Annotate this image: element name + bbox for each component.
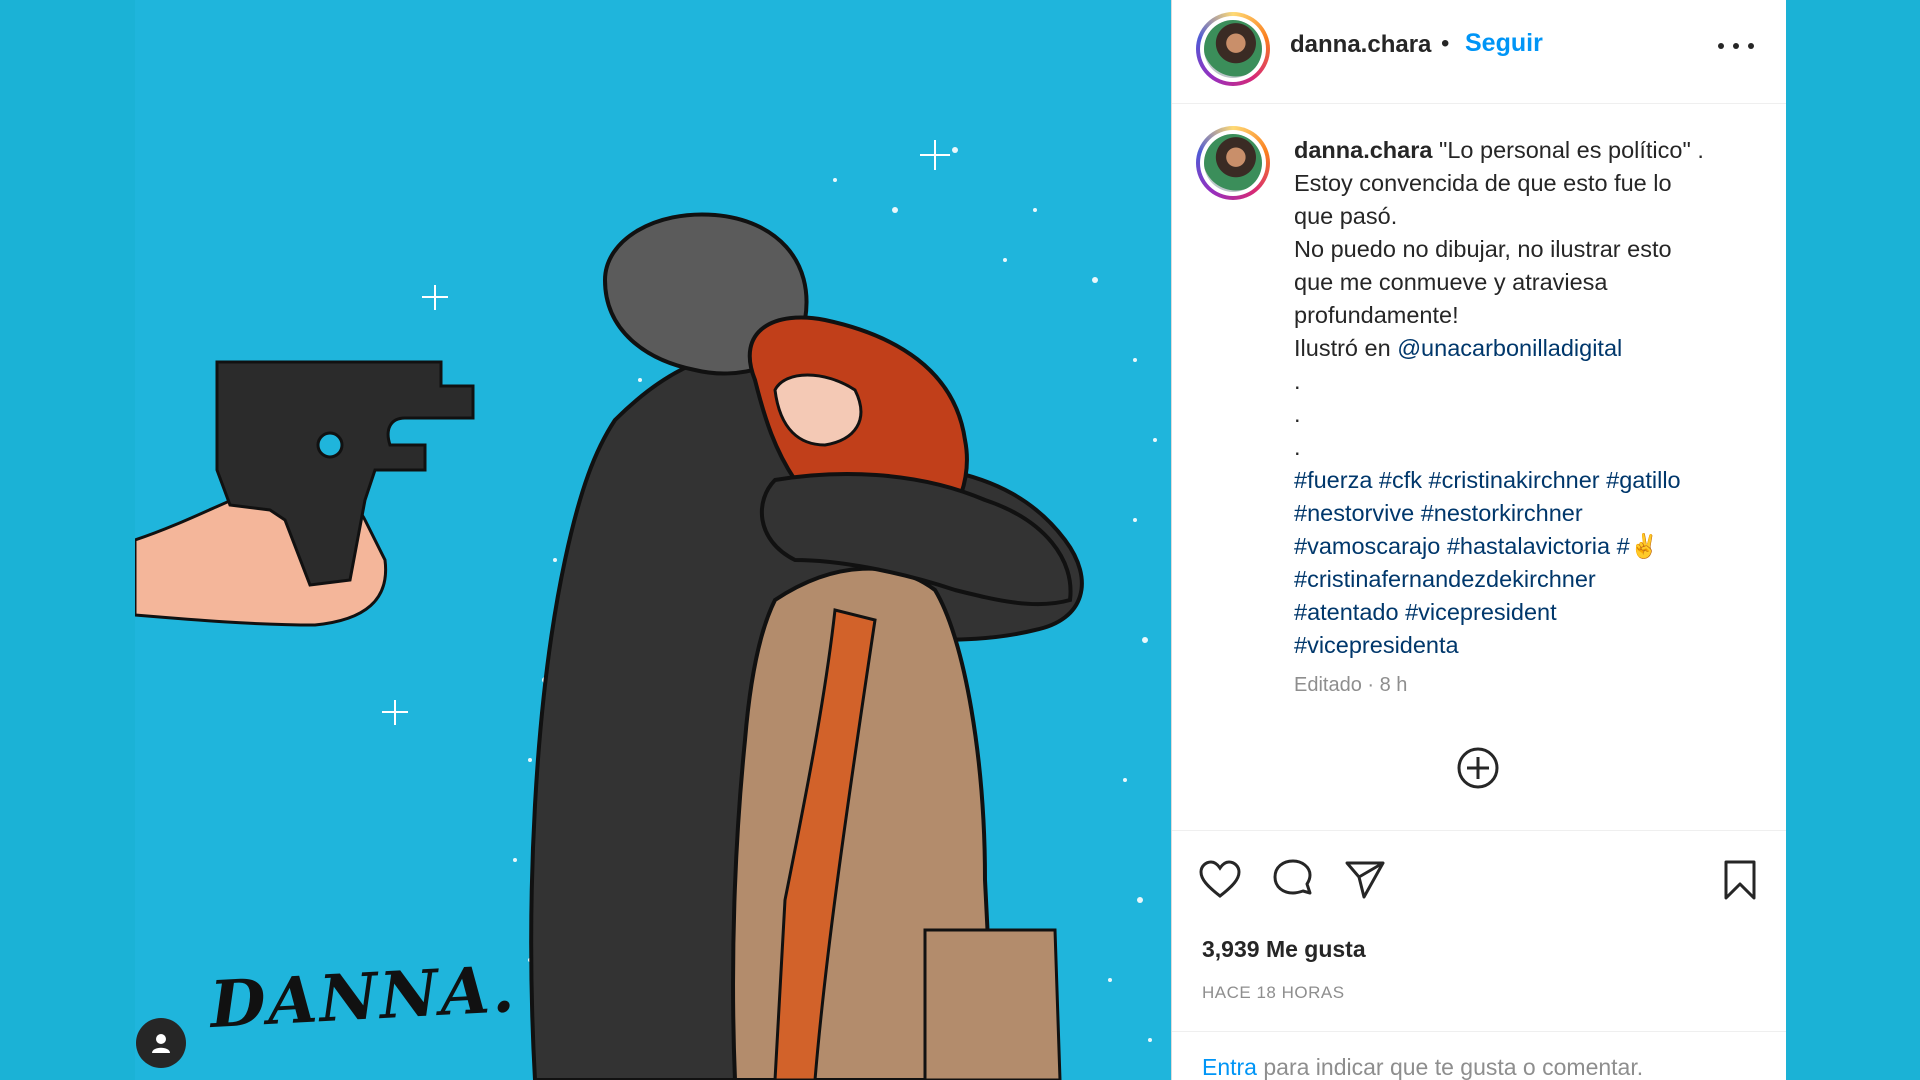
caption-line: Estoy convencida de que esto fue lo [1294, 170, 1672, 196]
caption-username[interactable]: danna.chara [1294, 137, 1432, 163]
caption-avatar[interactable] [1196, 126, 1270, 200]
bookmark-icon[interactable] [1717, 857, 1763, 903]
caption-line: profundamente! [1294, 302, 1459, 328]
hashtags-line[interactable]: #vamoscarajo #hastalavictoria #✌ [1294, 530, 1764, 563]
hashtags-line[interactable]: #nestorvive #nestorkirchner [1294, 497, 1764, 530]
avatar-image [1204, 20, 1262, 78]
person-icon [152, 1034, 170, 1053]
login-link[interactable]: Entra [1202, 1054, 1257, 1080]
share-icon[interactable] [1342, 857, 1388, 903]
header-separator: • [1441, 30, 1450, 57]
caption-dot: . [1294, 434, 1301, 460]
post-actions: 3,939 Me gusta HACE 18 HORAS Entra para … [1172, 830, 1787, 1080]
caption-line: No puedo no dibujar, no ilustrar esto [1294, 236, 1672, 262]
post-header: danna.chara • Seguir [1172, 0, 1787, 104]
avatar[interactable] [1196, 12, 1270, 86]
hashtags-line[interactable]: #cristinafernandezdekirchner [1294, 563, 1764, 596]
add-circle-icon[interactable] [1456, 746, 1500, 790]
hashtags-line[interactable]: #vicepresidenta [1294, 629, 1764, 662]
coat-pocket [923, 928, 1062, 1080]
caption-meta: Editado · 8 h [1294, 674, 1408, 696]
background-right [1786, 0, 1920, 1080]
artist-signature: DANNA. [208, 952, 518, 1043]
caption-dot: . [1294, 401, 1301, 427]
caption-line: que pasó. [1294, 203, 1398, 229]
post-image-area[interactable]: DANNA. [0, 0, 1171, 1080]
login-prompt: Entra para indicar que te gusta o coment… [1172, 1031, 1787, 1080]
hashtags-line[interactable]: #fuerza #cfk #cristinakirchner #gatillo [1294, 464, 1764, 497]
post-sidebar: danna.chara • Seguir danna.chara "Lo per… [1171, 0, 1787, 1080]
more-options-icon[interactable] [1718, 38, 1754, 54]
like-heart-icon[interactable] [1197, 857, 1243, 903]
caption-area: danna.chara "Lo personal es político" . … [1172, 104, 1787, 830]
caption-avatar-image [1204, 134, 1262, 192]
likes-count[interactable]: 3,939 Me gusta [1202, 936, 1366, 963]
caption-dot: . [1294, 368, 1301, 394]
mention-link[interactable]: @unacarbonilladigital [1397, 335, 1622, 361]
post-timestamp[interactable]: HACE 18 HORAS [1202, 983, 1345, 1003]
post-illustration: DANNA. [135, 0, 1171, 1080]
header-username[interactable]: danna.chara [1290, 31, 1431, 59]
caption-line: "Lo personal es político" . [1438, 137, 1704, 163]
hashtags-line[interactable]: #atentado #vicepresident [1294, 596, 1764, 629]
comment-icon[interactable] [1270, 857, 1316, 903]
caption-credit: Ilustró en [1294, 335, 1398, 361]
caption-line: que me conmueve y atraviesa [1294, 269, 1608, 295]
user-tag-button[interactable] [136, 1018, 186, 1068]
follow-button[interactable]: Seguir [1465, 29, 1543, 58]
caption-text: danna.chara "Lo personal es político" . … [1294, 134, 1764, 662]
illustration-drawing [135, 140, 1157, 1080]
login-prompt-text: para indicar que te gusta o comentar. [1256, 1054, 1644, 1080]
